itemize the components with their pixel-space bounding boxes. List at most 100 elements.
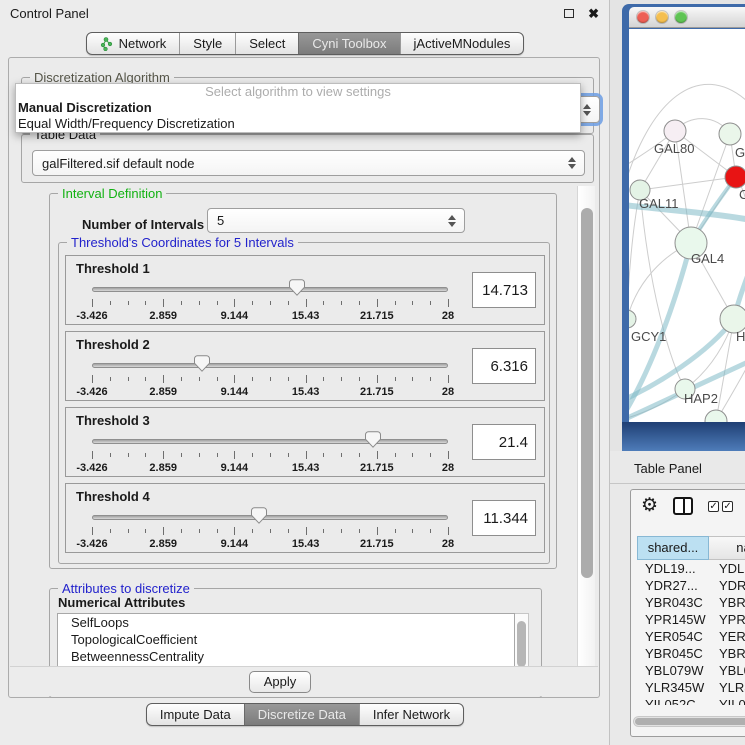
slider-track[interactable]	[92, 515, 448, 520]
attribute-list-item[interactable]: BetweennessCentrality	[58, 648, 514, 665]
slider-tick	[323, 453, 324, 457]
thresholds-group: Threshold's Coordinates for 5 Intervals …	[58, 242, 550, 564]
close-icon[interactable]: ✖	[588, 6, 599, 22]
column-header-shared-name[interactable]: shared...	[637, 536, 709, 560]
table-cell: YBL079W	[637, 662, 709, 679]
slider-thumb[interactable]	[289, 279, 305, 296]
tab-impute-data[interactable]: Impute Data	[147, 704, 244, 725]
slider-tick	[234, 451, 235, 459]
tab-cyni-toolbox[interactable]: Cyni Toolbox	[298, 33, 399, 54]
attribute-list-item[interactable]: TopologicalCoefficient	[58, 631, 514, 648]
attributes-list-scrollbar[interactable]	[515, 613, 529, 670]
attribute-list-item[interactable]: SelfLoops	[58, 614, 514, 631]
scrollbar-thumb[interactable]	[635, 718, 745, 725]
table-panel-title: Table Panel	[634, 461, 702, 476]
slider-tick-label: 9.144	[221, 462, 249, 474]
slider-tick	[412, 453, 413, 457]
network-node[interactable]	[725, 166, 745, 188]
table-row[interactable]: YBR043CYBR0	[637, 594, 745, 611]
tab-discretize-data[interactable]: Discretize Data	[244, 704, 359, 725]
slider-tick-label: 15.43	[292, 538, 320, 550]
network-node[interactable]	[705, 410, 727, 422]
checkbox-icon[interactable]: ✓	[722, 501, 733, 512]
table-row[interactable]: YDR27...YDR2	[637, 577, 745, 594]
slider-track[interactable]	[92, 439, 448, 444]
network-edge[interactable]	[640, 177, 736, 190]
scrollbar-thumb[interactable]	[581, 208, 593, 578]
network-node[interactable]	[719, 123, 741, 145]
table-data-combobox[interactable]: galFiltered.sif default node	[32, 150, 585, 176]
panel-vertical-scrollbar[interactable]	[577, 186, 595, 696]
threshold-label: Threshold 1	[76, 261, 150, 276]
number-of-intervals-label: Number of Intervals	[82, 212, 204, 237]
slider-tick-labels: -3.4262.8599.14415.4321.71528	[92, 310, 448, 322]
checkbox-icon[interactable]: ✓	[708, 501, 719, 512]
slider-tick	[92, 451, 93, 459]
threshold-slider[interactable]: -3.4262.8599.14415.4321.71528	[92, 506, 448, 552]
tab-infer-network[interactable]: Infer Network	[359, 704, 463, 725]
control-panel-window: Control Panel ✖ Network Style Select Cyn…	[0, 0, 610, 745]
slider-tick	[92, 299, 93, 307]
network-node[interactable]	[664, 120, 686, 142]
gear-icon[interactable]: ⚙	[641, 496, 658, 516]
network-node[interactable]	[629, 310, 636, 328]
table-horizontal-scrollbar[interactable]	[633, 716, 745, 727]
slider-thumb[interactable]	[365, 431, 381, 448]
zoom-traffic-light-icon[interactable]	[675, 11, 687, 23]
split-column-icon[interactable]	[673, 497, 693, 515]
table-row[interactable]: YDL19...YDL1	[637, 560, 745, 577]
column-header-name[interactable]: na	[709, 536, 745, 560]
threshold-value-field[interactable]: 11.344	[472, 500, 536, 536]
divider	[610, 483, 745, 484]
slider-thumb[interactable]	[194, 355, 210, 372]
threshold-slider[interactable]: -3.4262.8599.14415.4321.71528	[92, 430, 448, 476]
slider-tick-label: 2.859	[149, 462, 177, 474]
threshold-value-field[interactable]: 21.4	[472, 424, 536, 460]
scrollbar-thumb[interactable]	[517, 621, 526, 667]
table-row[interactable]: YER054CYER0	[637, 628, 745, 645]
table-row[interactable]: YLR345WYLR3	[637, 679, 745, 696]
network-edge[interactable]	[691, 134, 730, 243]
close-traffic-light-icon[interactable]	[637, 11, 649, 23]
slider-tick	[306, 527, 307, 535]
dropdown-prompt: Select algorithm to view settings	[16, 84, 580, 100]
thresholds-title: Threshold's Coordinates for 5 Intervals	[67, 235, 298, 250]
slider-tick	[181, 301, 182, 305]
threshold-slider[interactable]: -3.4262.8599.14415.4321.71528	[92, 354, 448, 400]
apply-button[interactable]: Apply	[249, 671, 311, 693]
slider-tick	[323, 301, 324, 305]
slider-tick	[448, 375, 449, 383]
slider-tick	[128, 301, 129, 305]
threshold-value-field[interactable]: 6.316	[472, 348, 536, 384]
table-row[interactable]: YIL052CYIL0	[637, 696, 745, 705]
float-window-icon[interactable]	[564, 9, 574, 18]
minimize-traffic-light-icon[interactable]	[656, 11, 668, 23]
panel-title: Control Panel	[10, 6, 564, 21]
number-of-intervals-combobox[interactable]: 5	[207, 208, 465, 233]
slider-tick	[341, 453, 342, 457]
slider-track[interactable]	[92, 363, 448, 368]
node-table-panel: ⚙ ✓ ✓ shared... na YDL19...YDL1YDR27...Y…	[630, 489, 745, 737]
table-row[interactable]: YPR145WYPR1	[637, 611, 745, 628]
slider-tick	[359, 301, 360, 305]
numerical-attributes-list[interactable]: SelfLoopsTopologicalCoefficientBetweenne…	[57, 613, 515, 670]
slider-tick	[145, 453, 146, 457]
slider-thumb[interactable]	[251, 507, 267, 524]
tab-select[interactable]: Select	[235, 33, 298, 54]
dropdown-option-equal-width[interactable]: Equal Width/Frequency Discretization	[16, 116, 580, 132]
network-canvas[interactable]: GAL80GACGAL11GAL4GCY1HAHAP2	[629, 29, 745, 422]
slider-tick	[110, 453, 111, 457]
tab-network[interactable]: Network	[87, 33, 180, 54]
table-cell: YBL0	[709, 662, 745, 679]
threshold-slider[interactable]: -3.4262.8599.14415.4321.71528	[92, 278, 448, 324]
threshold-value-field[interactable]: 14.713	[472, 272, 536, 308]
slider-tick-label: 21.715	[360, 310, 394, 322]
tab-jactivemnodules[interactable]: jActiveMNodules	[400, 33, 524, 54]
table-row[interactable]: YBR045CYBR0	[637, 645, 745, 662]
slider-track[interactable]	[92, 287, 448, 292]
dropdown-option-manual[interactable]: Manual Discretization	[16, 100, 580, 116]
slider-tick-label: 2.859	[149, 386, 177, 398]
slider-tick	[395, 377, 396, 381]
table-row[interactable]: YBL079WYBL0	[637, 662, 745, 679]
tab-style[interactable]: Style	[179, 33, 235, 54]
